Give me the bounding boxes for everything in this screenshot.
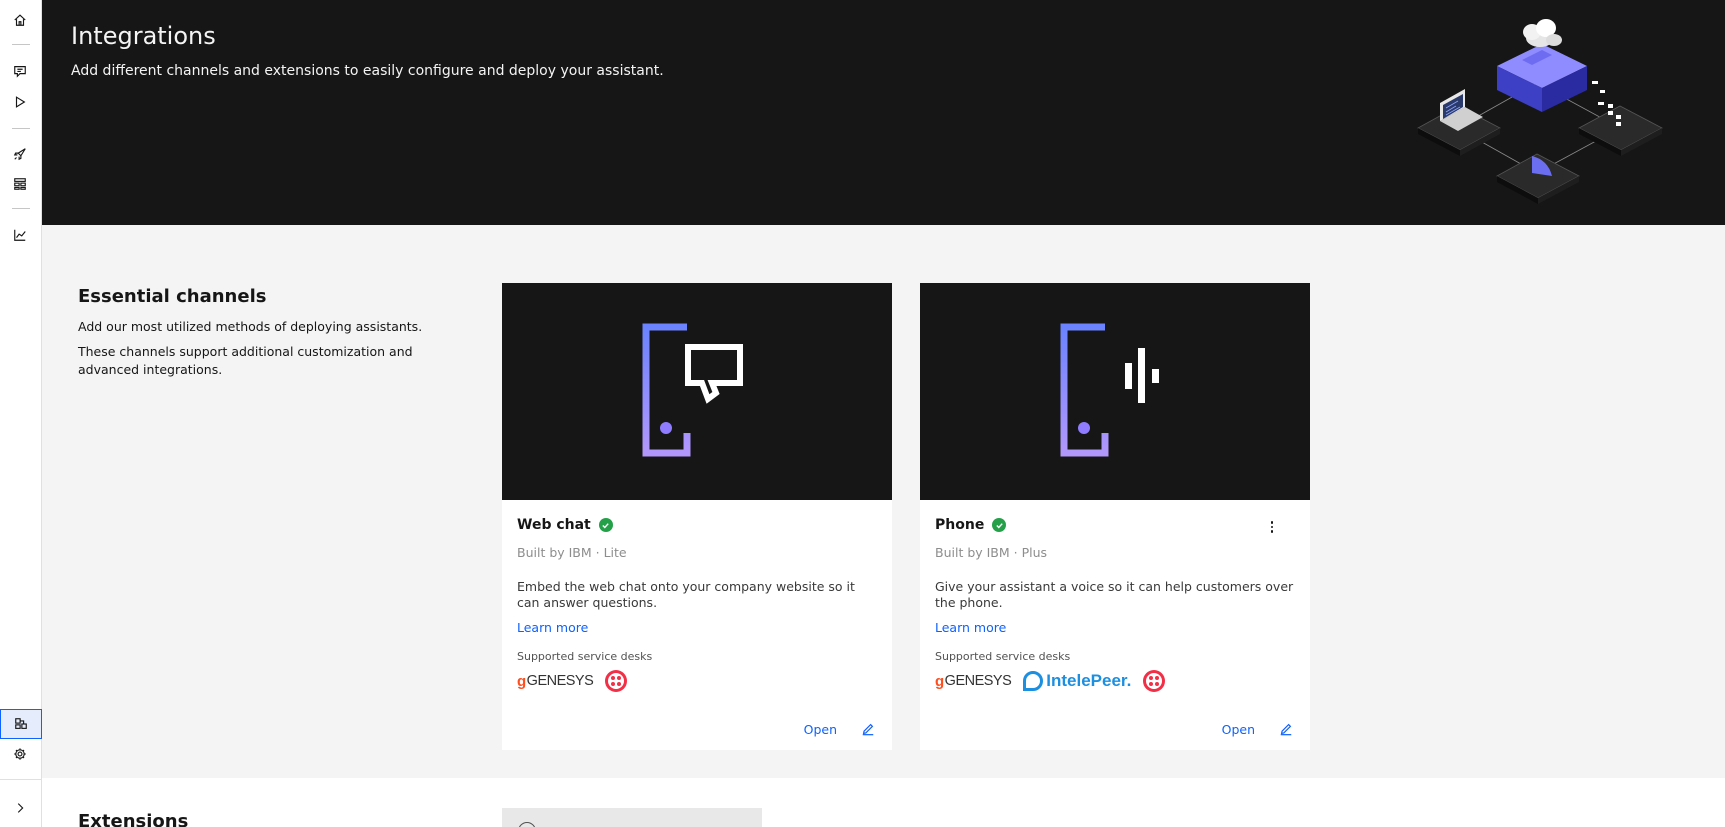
web-chat-card[interactable]: Web chat Built by IBM · Lite Embed the w… [502, 283, 892, 750]
chevron-right-icon[interactable] [9, 797, 31, 819]
section-title-extensions: Extensions [78, 811, 189, 827]
genesys-logo: ɡ GENESYS [517, 672, 594, 690]
extensions-section [42, 778, 1725, 827]
service-desks-label: Supported service desks [517, 650, 653, 663]
integrations-illustration [1417, 19, 1663, 204]
section-title-essential: Essential channels [78, 286, 267, 307]
genesys-logo: ɡ GENESYS [935, 672, 1012, 690]
sidebar-divider [12, 208, 30, 209]
checkmark-icon [992, 518, 1007, 532]
sidebar-divider [0, 779, 42, 780]
page-subtitle: Add different channels and extensions to… [71, 63, 664, 79]
card-title-text: Phone [935, 517, 985, 533]
card-meta: Built by IBM · Lite [517, 545, 627, 560]
sidebar-divider [12, 128, 30, 129]
gear-icon[interactable] [9, 743, 31, 765]
analytics-icon[interactable] [9, 224, 31, 246]
edit-icon[interactable] [1279, 721, 1295, 737]
rocket-icon[interactable] [9, 143, 31, 165]
sidebar [0, 0, 42, 827]
card-title-text: Web chat [517, 517, 591, 533]
open-button[interactable]: Open [804, 722, 837, 737]
card-meta: Built by IBM · Plus [935, 545, 1048, 560]
twilio-logo [1143, 670, 1166, 692]
card-title: Phone [935, 517, 1007, 533]
genesys-logo-text: GENESYS [526, 673, 594, 689]
card-description: Give your assistant a voice so it can he… [935, 579, 1294, 610]
twilio-logo [605, 670, 628, 692]
card-title: Web chat [517, 517, 613, 533]
service-desk-logos: ɡ GENESYS [517, 668, 628, 694]
play-icon[interactable] [9, 91, 31, 113]
checkmark-icon [598, 518, 613, 532]
extension-icon [518, 822, 536, 827]
phone-card[interactable]: Phone Built by IBM · Plus Give your assi… [920, 283, 1310, 750]
card-description: Embed the web chat onto your company web… [517, 579, 855, 610]
intelepeer-logo: IntelePeer. [1023, 671, 1131, 691]
integrations-icon[interactable] [0, 709, 42, 739]
edit-icon[interactable] [861, 721, 877, 737]
sidebar-divider [12, 44, 30, 45]
home-icon[interactable] [9, 9, 31, 31]
service-desks-label: Supported service desks [935, 650, 1071, 663]
open-button[interactable]: Open [1222, 722, 1255, 737]
page-header: Integrations Add different channels and … [42, 0, 1725, 225]
web-chat-illustration [502, 283, 892, 500]
intelepeer-mark-icon [1023, 671, 1044, 691]
page-title: Integrations [71, 22, 216, 50]
service-desk-logos: ɡ GENESYS IntelePeer. [935, 668, 1166, 694]
phone-illustration [920, 283, 1310, 500]
flow-icon[interactable] [9, 173, 31, 195]
learn-more-link[interactable]: Learn more [935, 620, 1006, 635]
section-description: These channels support additional custom… [78, 344, 413, 377]
intelepeer-logo-text: IntelePeer. [1046, 671, 1132, 690]
extension-card[interactable] [502, 808, 762, 827]
chat-icon[interactable] [9, 60, 31, 82]
genesys-logo-text: GENESYS [944, 673, 1012, 689]
overflow-menu-icon[interactable] [1264, 519, 1280, 535]
section-description: Add our most utilized methods of deployi… [78, 319, 423, 334]
learn-more-link[interactable]: Learn more [517, 620, 588, 635]
